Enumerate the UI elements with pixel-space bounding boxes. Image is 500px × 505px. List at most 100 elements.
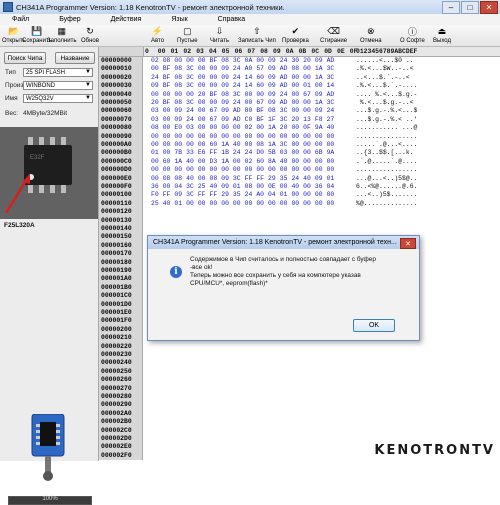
hex-row[interactable]: 00000270 — [99, 384, 500, 393]
hex-col-header: 0C — [311, 48, 320, 55]
hex-row[interactable]: 00000080 08 00 E0 03 00 00 00 00 02 00 1A… — [99, 124, 500, 133]
hex-bytes: 02 08 00 00 00 BF 08 3C 0A 00 09 24 30 2… — [151, 57, 335, 64]
hex-row[interactable]: 00000260 — [99, 376, 500, 385]
manufacturer-select[interactable]: WINBOND ▼ — [23, 81, 93, 90]
hex-row[interactable]: 00000050 20 BF 08 3C 00 00 09 24 00 67 09… — [99, 99, 500, 108]
maximize-icon[interactable]: □ — [461, 1, 479, 14]
hex-address: 000002F0 — [99, 451, 143, 461]
hex-row[interactable]: 000002C0 — [99, 426, 500, 435]
hex-row[interactable]: 000000D0 00 00 00 00 00 00 00 00 00 00 00… — [99, 166, 500, 175]
hex-row[interactable]: 00000130 — [99, 216, 500, 225]
hex-row[interactable]: 00000240 — [99, 359, 500, 368]
hex-row[interactable]: 00000040 00 00 00 00 20 BF 08 3C 00 00 09… — [99, 90, 500, 99]
size-value: 4MByte/32MBit — [23, 110, 68, 117]
hex-row[interactable]: 00000030 09 BF 08 3C 00 00 09 24 14 60 09… — [99, 82, 500, 91]
cancel-icon: ⊗ — [366, 26, 375, 36]
toolbar-button-verify[interactable]: ✔ Проверка — [282, 26, 309, 44]
refresh-icon: ↻ — [86, 26, 94, 36]
hex-bytes: 09 BF 08 3C 00 00 09 24 14 60 09 AD 00 0… — [151, 82, 335, 90]
hex-address: 000001A0 — [99, 275, 143, 284]
menu-file[interactable]: Файл — [12, 16, 29, 23]
hex-bytes: 00 BF 08 3C 00 00 09 24 A0 57 09 AD 08 0… — [151, 65, 335, 73]
ascii-header: 0123456789ABCDEF — [356, 48, 418, 55]
search-chip-button[interactable]: Поиск Чипа — [4, 52, 46, 64]
hex-address: 00000110 — [99, 199, 143, 209]
toolbar-button-read[interactable]: ⇩ Читать — [210, 26, 229, 44]
hex-row[interactable]: 00000220 — [99, 342, 500, 351]
toolbar-button-blank-check[interactable]: ▢ Пустые — [177, 26, 198, 44]
toolbar-button-auto[interactable]: ⚡ Авто — [151, 26, 164, 44]
hex-row[interactable]: 000000A0 00 00 00 00 00 60 1A 40 00 08 1A… — [99, 141, 500, 150]
hex-row[interactable]: 00000070 03 00 09 24 00 67 09 AD C0 BF 1F… — [99, 115, 500, 125]
hex-address: 00000170 — [99, 250, 143, 259]
hex-address: 000001C0 — [99, 292, 143, 301]
hex-row[interactable]: 000000F0 36 00 04 3C 25 40 09 01 08 00 0E… — [99, 183, 500, 192]
hex-row[interactable]: 00000020 24 BF 08 3C 00 00 09 24 14 60 09… — [99, 73, 500, 83]
hex-row[interactable]: 000000E0 00 08 08 40 00 08 09 3C FF FF 29… — [99, 174, 500, 183]
hex-row[interactable]: 00000120 — [99, 208, 500, 217]
hex-row[interactable]: 00000140 — [99, 225, 500, 234]
type-value: 25 SPI FLASH — [26, 69, 66, 76]
exit-icon: ⏏ — [437, 26, 447, 36]
hex-ascii: .....`.@...<.... — [356, 141, 418, 148]
close-icon[interactable]: ✕ — [480, 1, 498, 14]
hex-row[interactable]: 00000060 03 00 09 24 00 67 09 AD 80 BF 08… — [99, 107, 500, 116]
hex-col-header: 09 — [273, 48, 281, 55]
size-label: Вес: — [5, 110, 19, 117]
toolbar-button-about[interactable]: ⓘ О Софте — [400, 26, 425, 44]
hex-row[interactable]: 000000B0 01 00 7B 33 E6 FF 1B 24 24 D0 5B… — [99, 149, 500, 158]
hex-col-header: 05 — [221, 48, 230, 55]
hex-row[interactable]: 00000000 02 08 00 00 00 BF 08 3C 0A 00 09… — [99, 57, 500, 66]
hex-col-header: 00 — [157, 48, 166, 55]
chip-photo: E32F — [0, 127, 98, 219]
hex-row[interactable]: 00000090 00 00 00 00 00 00 00 00 00 00 00… — [99, 132, 500, 141]
hex-row[interactable]: 00000290 — [99, 401, 500, 410]
hex-ascii: %@.............. — [356, 199, 418, 207]
hex-row[interactable]: 00000280 — [99, 393, 500, 402]
watermark: KENOTRONTV — [374, 443, 495, 458]
hex-row[interactable]: 00000100 F0 FF 09 3C FF FF 29 35 24 A0 04… — [99, 191, 500, 200]
toolbar-button-cancel[interactable]: ⊗ Отмена — [360, 26, 382, 44]
toolbar-button-exit[interactable]: ⏏ Выход — [433, 26, 451, 44]
message-dialog: CH341A Programmer Version: 1.18 Kenotron… — [147, 235, 420, 341]
hex-ascii: ................ — [356, 132, 418, 140]
menu-language[interactable]: Язык — [171, 16, 187, 23]
hex-row[interactable]: 000002A0 — [99, 409, 500, 419]
toolbar-button-erase[interactable]: ⌫ Стирание — [320, 26, 347, 44]
hex-row[interactable]: 00000010 00 BF 08 3C 00 00 09 24 A0 57 09… — [99, 65, 500, 74]
hex-address: 00000200 — [99, 325, 143, 335]
info-icon: i — [170, 266, 182, 278]
toolbar-button-refresh[interactable]: ↻ Обнов — [81, 26, 99, 44]
toolbar-button-write-chip[interactable]: ⇧ Записать Чип — [238, 26, 276, 44]
chip-name-select[interactable]: W25Q32V ▼ — [23, 94, 93, 103]
hex-row[interactable]: 00000250 — [99, 367, 500, 377]
fill-icon: ▦ — [57, 26, 66, 36]
menu-help[interactable]: Справка — [218, 16, 245, 23]
hex-bytes: 00 00 00 00 00 00 00 00 00 00 00 00 00 0… — [151, 166, 335, 174]
toolbar-button-fill[interactable]: ▦ Заполнить — [47, 26, 76, 44]
chip-name-button[interactable]: Название — [55, 52, 95, 64]
hex-row[interactable]: 000002B0 — [99, 418, 500, 427]
minimize-icon[interactable]: – — [442, 1, 460, 14]
chip-name-label: Имя — [5, 95, 18, 102]
close-icon[interactable]: ✕ — [400, 238, 416, 249]
menu-buffer[interactable]: Буфер — [59, 16, 80, 23]
read-icon: ⇩ — [215, 26, 224, 36]
hex-col-header: 0E — [337, 48, 345, 55]
erase-icon: ⌫ — [327, 26, 340, 36]
hex-address: 00000190 — [99, 267, 143, 276]
window-title: CH341A Programmer Version: 1.18 Kenotron… — [16, 2, 285, 12]
chevron-down-icon: ▼ — [85, 82, 91, 88]
hex-address: 00000150 — [99, 233, 143, 242]
chevron-down-icon: ▼ — [85, 95, 91, 101]
hex-ascii: .%.<...$W..-..< — [356, 65, 414, 73]
ok-button[interactable]: OK — [353, 319, 395, 332]
hex-col-header: 04 — [209, 48, 217, 55]
hex-row[interactable]: 00000110 25 40 01 00 00 00 00 00 00 00 00… — [99, 199, 500, 209]
hex-row[interactable]: 000000C0 00 60 1A 40 00 D3 1A 00 02 60 8A… — [99, 157, 500, 167]
hex-address: 00000050 — [99, 99, 143, 108]
menu-actions[interactable]: Действия — [111, 16, 142, 23]
hex-ascii: ..{3..$$.[...k. — [356, 149, 414, 157]
hex-row[interactable]: 00000230 — [99, 351, 500, 360]
type-select[interactable]: 25 SPI FLASH ▼ — [23, 68, 93, 77]
